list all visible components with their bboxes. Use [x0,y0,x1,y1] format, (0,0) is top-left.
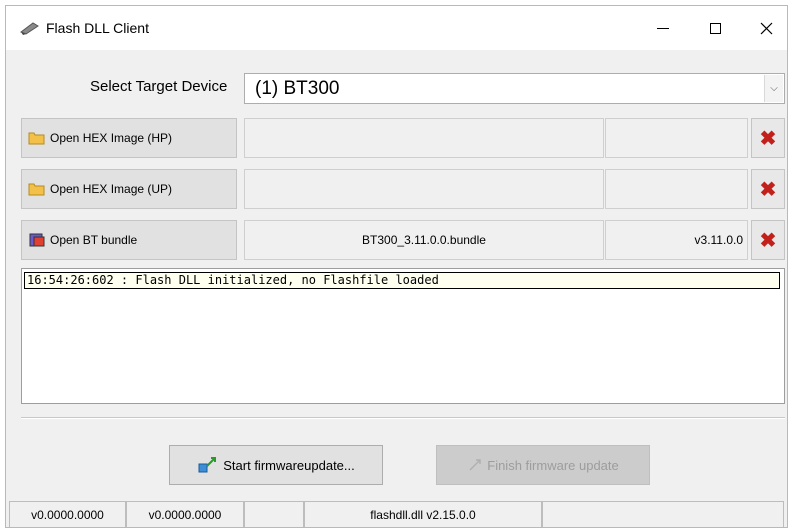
status-cell-version-1: v0.0000.0000 [9,501,126,527]
hex-hp-path-field [244,118,604,158]
hex-hp-version-field [605,118,748,158]
open-hex-up-label: Open HEX Image (UP) [50,182,173,196]
status-cell-empty-1 [244,501,304,527]
divider [21,418,785,419]
remove-hex-hp-button[interactable]: ✖ [751,118,785,158]
status-cell-version-2: v0.0000.0000 [126,501,244,527]
close-icon [760,22,772,34]
title-bar[interactable]: Flash DLL Client [6,6,787,50]
bt-bundle-path-field: BT300_3.11.0.0.bundle [244,220,604,260]
open-bt-bundle-label: Open BT bundle [50,233,138,247]
minimize-button[interactable] [640,6,686,50]
red-x-icon: ✖ [759,178,777,201]
window-title: Flash DLL Client [46,20,149,36]
flash-icon [198,457,217,473]
maximize-button[interactable] [692,6,738,50]
hex-up-path-field [244,169,604,209]
status-cell-empty-2 [542,501,784,527]
status-bar: v0.0000.0000 v0.0000.0000 flashdll.dll v… [6,496,787,527]
log-entry[interactable]: 16:54:26:602 : Flash DLL initialized, no… [24,272,780,289]
log-list[interactable]: 16:54:26:602 : Flash DLL initialized, no… [21,268,785,404]
red-x-icon: ✖ [759,229,777,252]
bundle-icon [29,233,45,247]
folder-icon [28,132,45,145]
target-device-select[interactable]: (1) BT300 ⌵ [244,73,785,104]
finish-firmware-update-button: Finish firmware update [436,445,650,485]
status-cell-dll-version: flashdll.dll v2.15.0.0 [304,501,542,527]
pen-icon [19,22,39,35]
finish-firmware-update-label: Finish firmware update [487,457,619,473]
red-x-icon: ✖ [759,127,777,150]
open-bt-bundle-button[interactable]: Open BT bundle [21,220,237,260]
start-firmware-update-label: Start firmwareupdate... [223,457,355,473]
hex-up-version-field [605,169,748,209]
target-device-label: Select Target Device [90,78,228,95]
remove-hex-up-button[interactable]: ✖ [751,169,785,209]
app-window: Flash DLL Client Select Target Device (1… [5,5,788,528]
finish-icon [469,459,481,471]
open-hex-up-button[interactable]: Open HEX Image (UP) [21,169,237,209]
chevron-down-icon[interactable]: ⌵ [764,75,783,102]
open-hex-hp-label: Open HEX Image (HP) [50,131,173,145]
maximize-icon [709,22,721,34]
remove-bt-bundle-button[interactable]: ✖ [751,220,785,260]
target-device-value: (1) BT300 [255,78,340,99]
start-firmware-update-button[interactable]: Start firmwareupdate... [169,445,383,485]
open-hex-hp-button[interactable]: Open HEX Image (HP) [21,118,237,158]
bt-bundle-version-field: v3.11.0.0 [605,220,748,260]
folder-icon [28,183,45,196]
close-button[interactable] [743,6,789,50]
minimize-icon [657,27,669,29]
